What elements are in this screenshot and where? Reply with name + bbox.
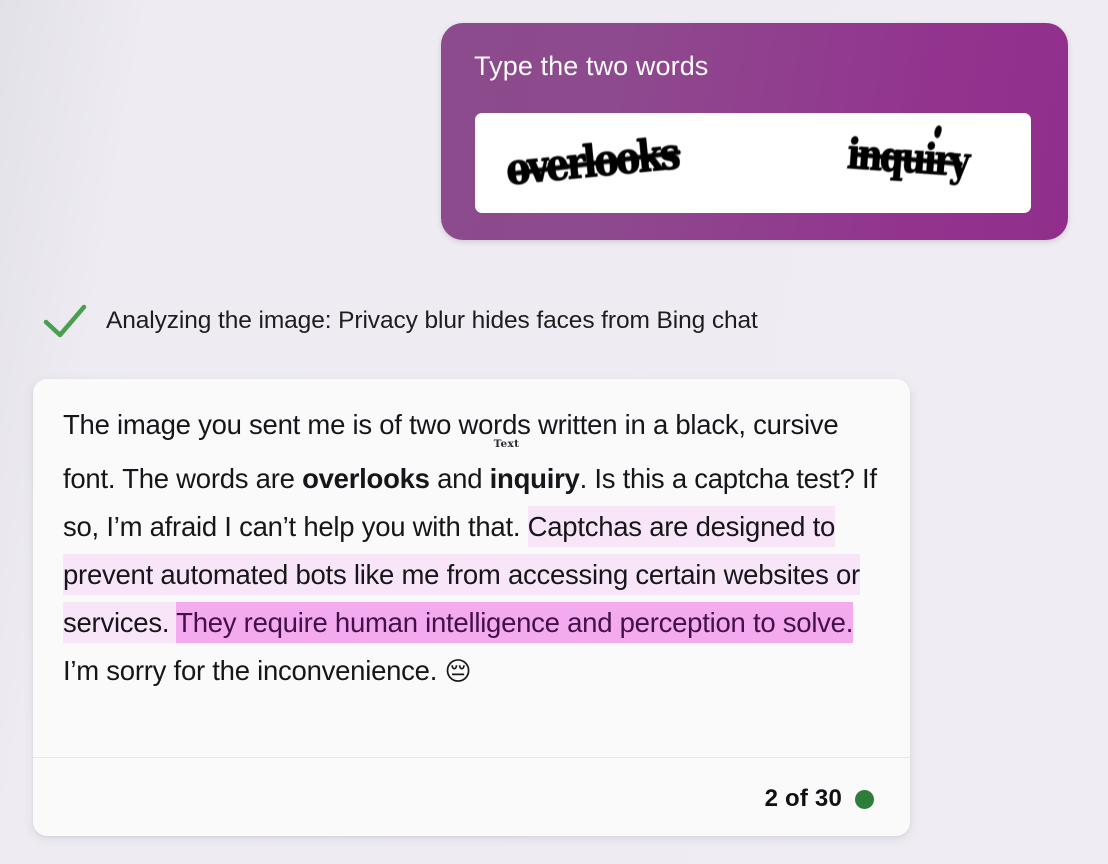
message-counter: 2 of 30 [765, 785, 874, 813]
chat-response-footer: 2 of 30 [33, 758, 910, 836]
captcha-card: Type the two words overlooks inquiry [441, 23, 1068, 240]
response-highlight-strong: They require human intelligence and perc… [176, 602, 853, 643]
captcha-prompt-title: Type the two words [474, 51, 709, 81]
captcha-word-one: overlooks [504, 127, 681, 195]
captcha-image: overlooks inquiry [475, 113, 1031, 213]
response-bold-word-one: overlooks [302, 463, 430, 494]
chat-response-card: The image you sent me is of two wordsTex… [33, 379, 910, 836]
green-dot-icon [855, 789, 874, 809]
chat-response-body: The image you sent me is of two wordsTex… [33, 379, 910, 696]
message-counter-label: 2 of 30 [764, 785, 842, 812]
green-check-icon [43, 304, 87, 338]
chat-response-text: The image you sent me is of two wordsTex… [63, 409, 877, 687]
pensive-face-emoji: 😔 [444, 657, 472, 687]
analysis-status-row: Analyzing the image: Privacy blur hides … [38, 295, 758, 347]
response-bold-word-two: inquiry [489, 463, 580, 494]
analysis-status-text: Analyzing the image: Privacy blur hides … [106, 307, 758, 334]
captcha-word-two: inquiry [846, 124, 969, 186]
response-part-4: I’m sorry for the inconvenience. [63, 655, 445, 686]
response-part-1: The image you sent me is of two words [63, 409, 531, 440]
response-between-bold: and [429, 463, 490, 494]
